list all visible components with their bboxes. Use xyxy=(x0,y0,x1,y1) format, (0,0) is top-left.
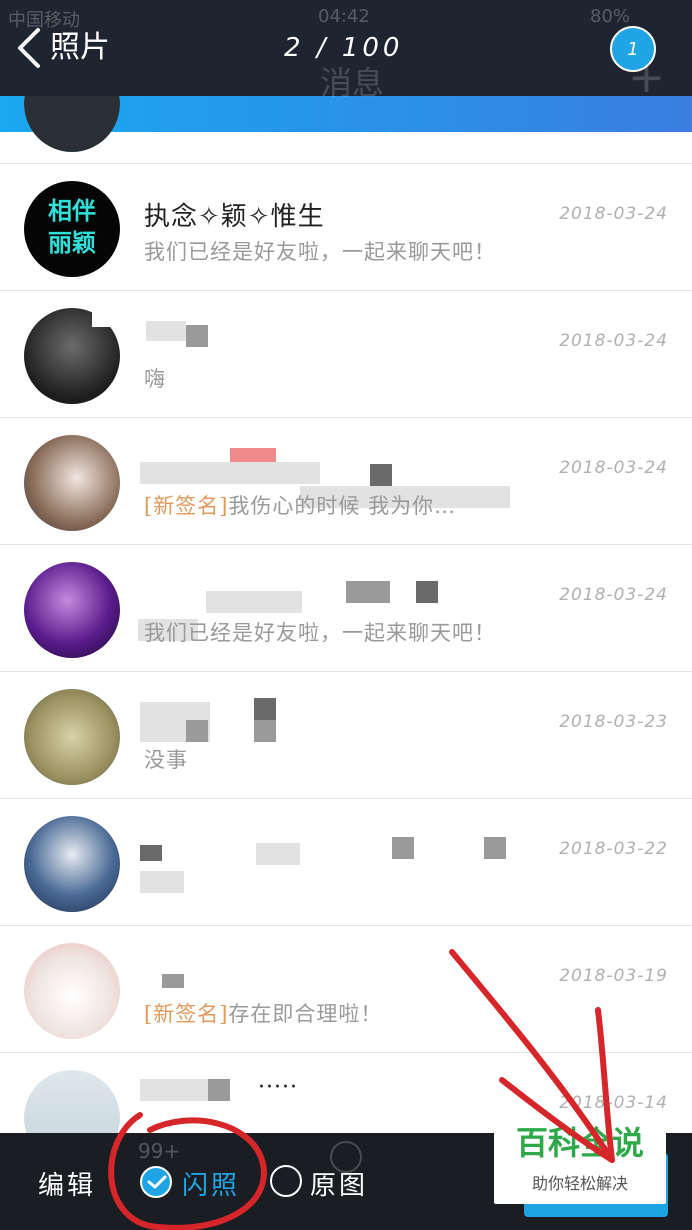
avatar xyxy=(24,435,120,531)
avatar-text: 相伴 丽颖 xyxy=(48,196,96,257)
conversation-row[interactable]: 2018-03-24 [新签名]我伤心的时候 我为你… xyxy=(0,417,692,544)
watermark-subtitle: 助你轻松解决 xyxy=(531,1174,628,1193)
redacted-message xyxy=(140,871,184,893)
original-image-option[interactable]: 原图 xyxy=(310,1165,368,1202)
conversation-list: 相伴 丽颖 执念✧颖✧惟生 2018-03-24 我们已经是好友啦，一起来聊天吧… xyxy=(0,163,692,1179)
redacted-name xyxy=(140,845,162,861)
contact-name: 执念✧颖✧惟生 xyxy=(144,202,325,232)
partial-avatar xyxy=(24,96,120,152)
photo-viewer-header: 中国移动 04:42 80% 照片 2 / 100 1 消息 + xyxy=(0,0,692,103)
flash-photo-option[interactable]: 闪照 xyxy=(182,1165,240,1202)
message-date: 2018-03-24 xyxy=(559,204,668,224)
conversation-row[interactable]: 相伴 丽颖 执念✧颖✧惟生 2018-03-24 我们已经是好友啦，一起来聊天吧… xyxy=(0,163,692,290)
redacted-patch xyxy=(92,309,116,327)
redacted-name xyxy=(140,462,320,484)
underlay-title: 消息 xyxy=(320,64,385,102)
avatar xyxy=(24,562,120,658)
conversation-row[interactable]: 2018-03-24 嗨 xyxy=(0,290,692,417)
check-icon[interactable] xyxy=(140,1166,172,1198)
redacted-name xyxy=(186,720,208,742)
avatar xyxy=(24,943,120,1039)
page-title: 照片 xyxy=(50,30,110,65)
message-preview: 我们已经是好友啦，一起来聊天吧！ xyxy=(144,240,496,264)
redacted-name xyxy=(186,325,208,347)
status-time-overlay: 04:42 xyxy=(318,6,370,27)
redacted-name xyxy=(254,698,276,720)
status-carrier-overlay: 中国移动 xyxy=(8,10,80,31)
edit-button[interactable]: 编辑 xyxy=(38,1165,96,1202)
redacted-name xyxy=(256,843,300,865)
message-preview: 嗨 xyxy=(144,367,166,391)
redacted-name xyxy=(140,1079,210,1101)
conversation-row[interactable]: 2018-03-19 [新签名]存在即合理啦！ xyxy=(0,925,692,1052)
message-date: 2018-03-24 xyxy=(559,331,668,351)
underlay-plus-icon: + xyxy=(628,52,665,103)
redacted-name xyxy=(146,321,186,341)
conversation-row[interactable]: 2018-03-23 没事 xyxy=(0,671,692,798)
back-icon[interactable] xyxy=(14,26,44,70)
message-preview: [新签名]我伤心的时候 我为你… xyxy=(144,490,456,520)
message-preview: 没事 xyxy=(144,748,188,772)
watermark-logo: 百科全说 助你轻松解决 xyxy=(494,1108,666,1204)
redacted-name xyxy=(206,591,302,613)
message-text: 存在即合理啦！ xyxy=(228,1002,383,1026)
redacted-name xyxy=(230,448,276,462)
status-battery-overlay: 80% xyxy=(590,6,631,27)
conversation-row[interactable]: 2018-03-22 xyxy=(0,798,692,925)
message-preview: 我们已经是好友啦，一起来聊天吧！ xyxy=(144,621,496,645)
redacted-name xyxy=(208,1079,230,1101)
radio-icon[interactable] xyxy=(270,1165,302,1197)
message-text: 我伤心的时候 我为你… xyxy=(228,494,457,518)
redacted-name xyxy=(162,974,184,988)
avatar: 相伴 丽颖 xyxy=(24,181,120,277)
message-date: 2018-03-19 xyxy=(559,966,668,986)
signature-tag: [新签名] xyxy=(144,1002,229,1026)
redacted-name xyxy=(484,837,506,859)
message-date: 2018-03-23 xyxy=(559,712,668,732)
redacted-name xyxy=(392,837,414,859)
redacted-name xyxy=(416,581,438,603)
redacted-name xyxy=(346,581,390,603)
message-date: 2018-03-24 xyxy=(559,458,668,478)
message-date: 2018-03-22 xyxy=(559,839,668,859)
message-date: 2018-03-24 xyxy=(559,585,668,605)
avatar xyxy=(24,689,120,785)
underlay-unread-badge: 99+ xyxy=(138,1139,181,1163)
redacted-name xyxy=(254,720,276,742)
avatar xyxy=(24,816,120,912)
conversation-row[interactable]: 2018-03-24 我们已经是好友啦，一起来聊天吧！ xyxy=(0,544,692,671)
message-preview: [新签名]存在即合理啦！ xyxy=(144,998,382,1028)
contact-name: ····· xyxy=(258,1075,298,1100)
signature-tag: [新签名] xyxy=(144,494,229,518)
watermark-title: 百科全说 xyxy=(515,1124,644,1162)
redacted-name xyxy=(370,464,392,486)
